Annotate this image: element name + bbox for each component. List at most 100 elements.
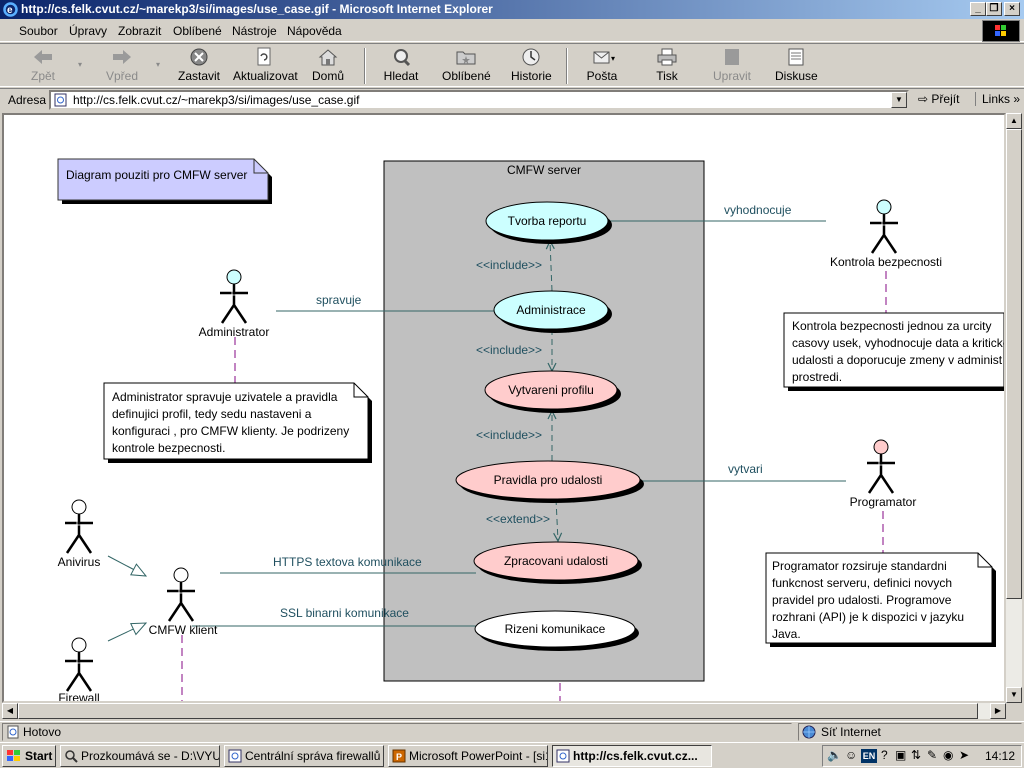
tray-cursor-icon[interactable]: ➤ (959, 748, 969, 762)
go-arrow-icon: ⇨ (918, 92, 929, 106)
discuss-icon (788, 48, 804, 66)
use-case-diagram: Diagram pouziti pro CMFW server CMFW ser… (57, 158, 1004, 701)
actor-programmer[interactable]: Programator (850, 439, 917, 509)
actor-administrator[interactable]: Administrator (199, 269, 270, 339)
mail-button[interactable]: Pošta (585, 47, 619, 87)
page-content: Diagram pouziti pro CMFW server CMFW ser… (2, 113, 1006, 703)
tray-extra-icon[interactable]: ✎ (927, 748, 937, 762)
task-explorer[interactable]: Prozkoumává se - D:\VYU... (60, 745, 220, 767)
ie-page-icon (228, 749, 242, 763)
edit-icon (725, 49, 739, 65)
ie-logo-icon: e (3, 2, 18, 17)
label-extend: <<extend>> (486, 512, 550, 526)
explorer-icon (65, 750, 78, 763)
svg-text:Zpracovani udalosti: Zpracovani udalosti (504, 554, 608, 568)
network-tray-icon[interactable]: ⇅ (911, 748, 921, 762)
horizontal-scroll-thumb[interactable] (18, 703, 978, 719)
menu-zobrazit[interactable]: Zobrazit (118, 24, 161, 38)
svg-text:Anivirus: Anivirus (58, 555, 101, 569)
menu-soubor[interactable]: Soubor (19, 24, 58, 38)
vertical-scrollbar[interactable]: ▲ ▼ (1006, 113, 1022, 703)
status-bar: Hotovo Síť Internet (0, 721, 1024, 741)
minimize-button[interactable]: _ (970, 2, 986, 16)
note-administrator: Administrator spravuje uzivatele a pravi… (103, 382, 372, 463)
mail-dropdown-icon[interactable]: ▾ (611, 54, 615, 63)
label-include-2: <<include>> (476, 343, 542, 357)
menu-napoveda[interactable]: Nápověda (287, 24, 342, 38)
toolbar-separator (566, 48, 568, 84)
discuss-button[interactable]: Diskuse (775, 47, 818, 87)
close-button[interactable]: × (1004, 2, 1020, 16)
menu-nastroje[interactable]: Nástroje (232, 24, 277, 38)
address-label: Adresa (8, 93, 47, 107)
search-button[interactable]: Hledat (382, 47, 420, 87)
search-icon (394, 49, 411, 67)
home-button[interactable]: Domů (310, 47, 346, 87)
svg-text:Tvorba reportu: Tvorba reportu (508, 214, 587, 228)
maximize-button[interactable]: ❐ (986, 2, 1002, 16)
address-dropdown-button[interactable]: ▼ (891, 92, 907, 108)
note-security: Kontrola bezpecnosti jednou za urcity ca… (783, 312, 1004, 391)
actor-security[interactable]: Kontrola bezpecnosti (830, 199, 942, 269)
mail-icon (593, 51, 610, 64)
usecase-rules[interactable]: Pravidla pro udalosti (455, 460, 644, 503)
toolbar-separator (364, 48, 366, 84)
forward-dropdown-icon[interactable]: ▾ (156, 60, 160, 69)
usecase-comm[interactable]: Rizeni komunikace (474, 610, 639, 651)
scroll-down-button[interactable]: ▼ (1006, 687, 1022, 703)
address-bar: Adresa http://cs.felk.cvut.cz/~marekp3/s… (0, 88, 1024, 110)
help-tray-icon[interactable]: ? (881, 748, 888, 762)
actor-client[interactable]: CMFW klient (149, 567, 218, 637)
label-https: HTTPS textova komunikace (273, 555, 422, 569)
address-input[interactable]: http://cs.felk.cvut.cz/~marekp3/si/image… (49, 90, 909, 110)
window-title: http://cs.felk.cvut.cz/~marekp3/si/image… (21, 2, 493, 16)
svg-text:Administrace: Administrace (516, 303, 586, 317)
svg-text:e: e (7, 5, 13, 16)
page-done-icon (7, 725, 19, 739)
history-button[interactable]: Historie (511, 47, 552, 87)
stop-button[interactable]: Zastavit (176, 47, 222, 87)
scroll-left-button[interactable]: ◀ (2, 703, 18, 719)
svg-text:CMFW klient: CMFW klient (149, 623, 218, 637)
scroll-up-button[interactable]: ▲ (1006, 113, 1022, 129)
links-button[interactable]: Links » (975, 92, 1020, 106)
task-firewall-admin[interactable]: Centrální správa firewallů - ... (224, 745, 384, 767)
tray-app-icon[interactable]: ☺ (845, 748, 857, 762)
svg-text:Programator: Programator (850, 495, 917, 509)
standard-toolbar: Zpět ▾ Vpřed ▾ Zastavit Aktualizovat Dom… (0, 43, 1024, 87)
monitor-tray-icon[interactable]: ▣ (895, 748, 906, 762)
clock[interactable]: 14:12 (985, 749, 1015, 763)
edit-button[interactable]: Upravit (712, 47, 752, 87)
horizontal-scrollbar[interactable]: ◀ ▶ (2, 703, 1006, 719)
go-button[interactable]: ⇨ Přejít (918, 92, 959, 106)
actor-firewall[interactable]: Firewall (58, 637, 100, 701)
scroll-right-button[interactable]: ▶ (990, 703, 1006, 719)
menu-oblibene[interactable]: Oblíbené (173, 24, 222, 38)
favorites-button[interactable]: Oblíbené (442, 47, 491, 87)
chevron-right-icon: » (1013, 92, 1021, 106)
tray-eye-icon[interactable]: ◉ (943, 748, 953, 762)
forward-button[interactable]: Vpřed (100, 47, 144, 87)
back-button[interactable]: Zpět (22, 47, 64, 87)
note-programmer: Programator rozsiruje standardni funkcno… (765, 552, 996, 647)
refresh-icon (257, 47, 271, 66)
vertical-scroll-thumb[interactable] (1006, 129, 1022, 599)
back-dropdown-icon[interactable]: ▾ (78, 60, 82, 69)
printer-icon (657, 48, 677, 66)
task-powerpoint[interactable]: P Microsoft PowerPoint - [si1... (388, 745, 548, 767)
arrow-left-icon (34, 50, 52, 64)
task-ie-active[interactable]: http://cs.felk.cvut.cz... (552, 745, 712, 767)
title-bar[interactable]: e http://cs.felk.cvut.cz/~marekp3/si/ima… (0, 0, 1024, 19)
print-button[interactable]: Tisk (653, 47, 681, 87)
menu-upravy[interactable]: Úpravy (69, 24, 107, 38)
start-button[interactable]: Start (2, 745, 56, 767)
refresh-button[interactable]: Aktualizovat (233, 47, 298, 87)
svg-text:Kontrola bezpecnosti: Kontrola bezpecnosti (830, 255, 942, 269)
usecase-events[interactable]: Zpracovani udalosti (473, 541, 642, 584)
windows-logo-icon (982, 20, 1020, 42)
browser-window: e http://cs.felk.cvut.cz/~marekp3/si/ima… (0, 0, 1024, 742)
speaker-icon[interactable]: 🔈 (827, 748, 842, 762)
language-indicator-icon[interactable]: EN (861, 749, 877, 763)
actor-antivirus[interactable]: Anivirus (58, 499, 101, 569)
svg-text:Administrator: Administrator (199, 325, 270, 339)
